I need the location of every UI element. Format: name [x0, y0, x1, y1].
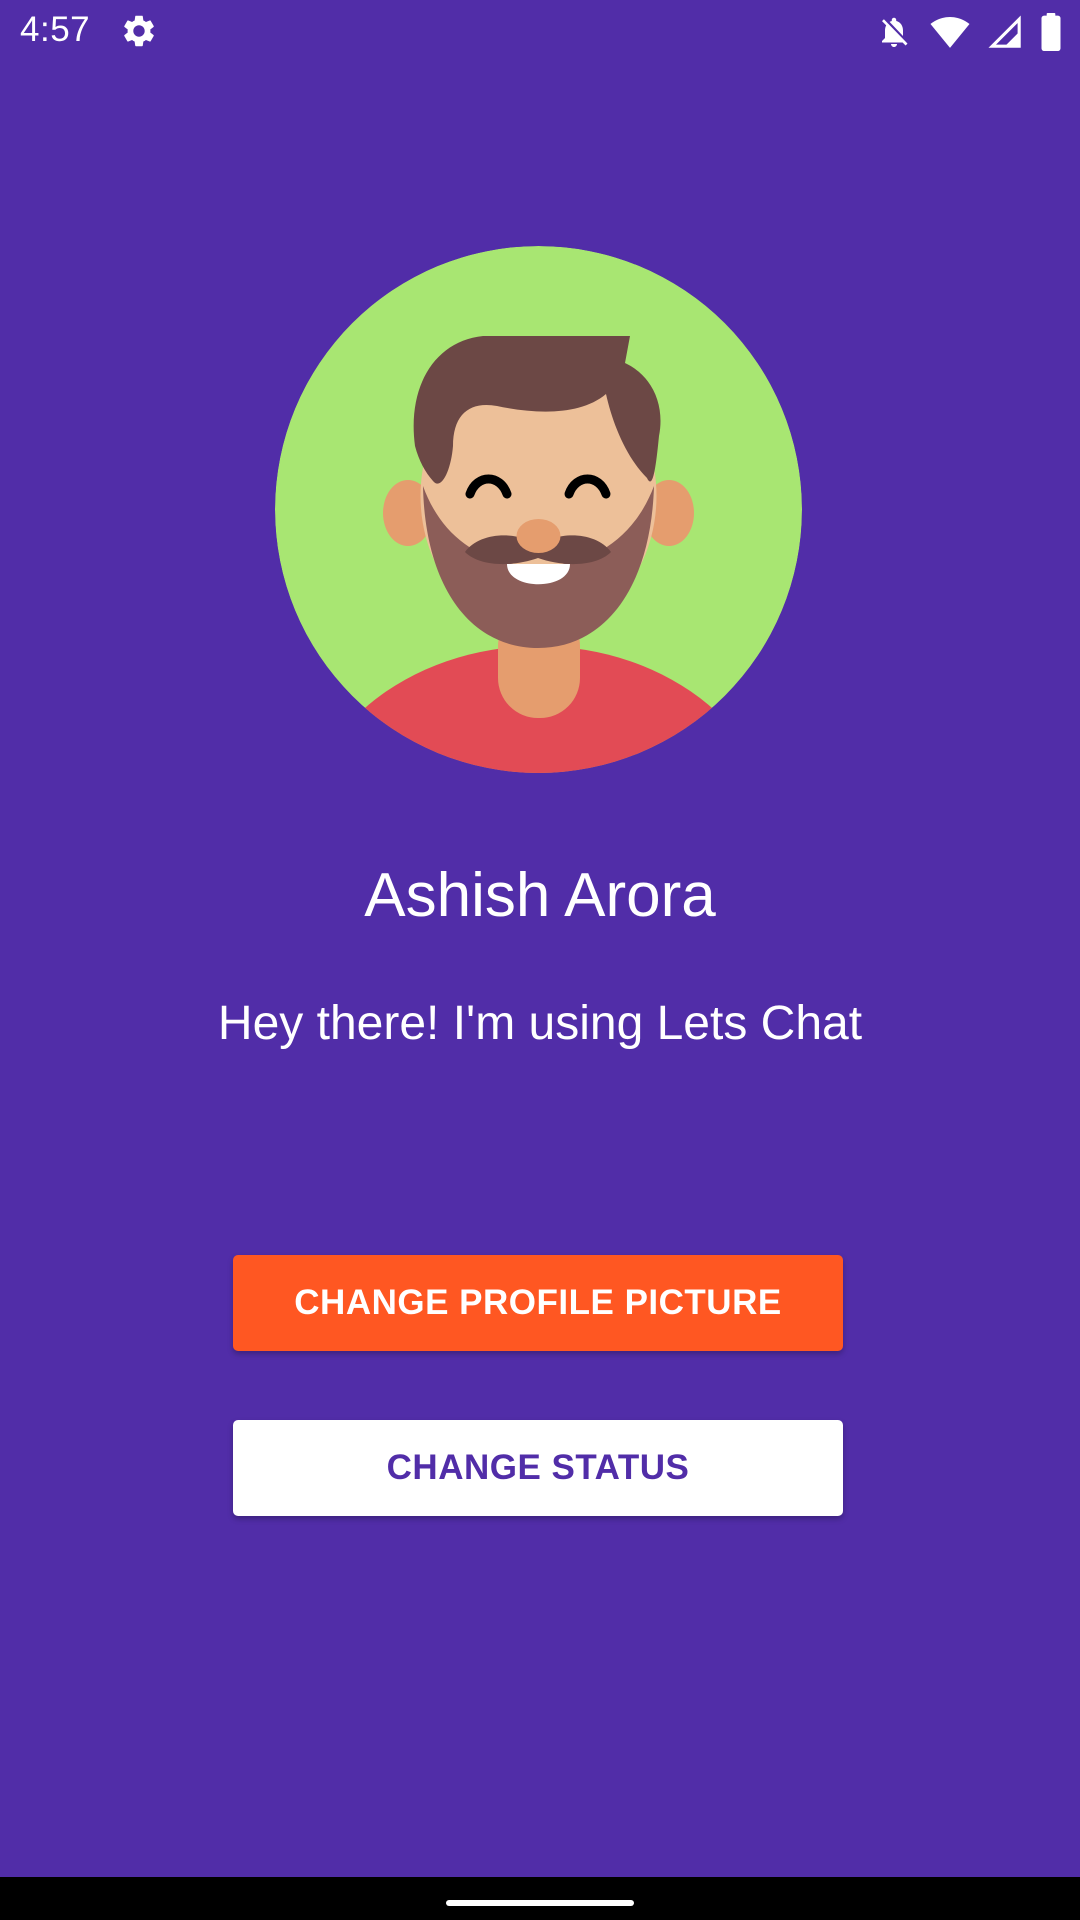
settings-screen: 4:57 Ashish Arora Hey there! I'm using L…: [0, 0, 1080, 1920]
status-bar: 4:57: [0, 0, 1080, 63]
avatar-man-beard-icon: [275, 246, 802, 773]
wifi-icon: [930, 14, 970, 50]
change-status-button[interactable]: CHANGE STATUS: [233, 1420, 843, 1516]
change-profile-picture-button[interactable]: CHANGE PROFILE PICTURE: [233, 1255, 843, 1351]
battery-icon: [1040, 13, 1062, 51]
cell-signal-icon: [988, 15, 1022, 49]
status-time: 4:57: [20, 10, 91, 49]
status-icons: [876, 12, 1062, 52]
profile-name: Ashish Arora: [364, 861, 716, 930]
notifications-off-icon: [876, 14, 912, 50]
home-gesture-handle[interactable]: [446, 1900, 634, 1906]
navigation-bar: [0, 1877, 1080, 1920]
settings-gear-icon: [120, 12, 158, 50]
profile-status-text: Hey there! I'm using Lets Chat: [217, 997, 863, 1050]
profile-avatar[interactable]: [275, 246, 802, 773]
